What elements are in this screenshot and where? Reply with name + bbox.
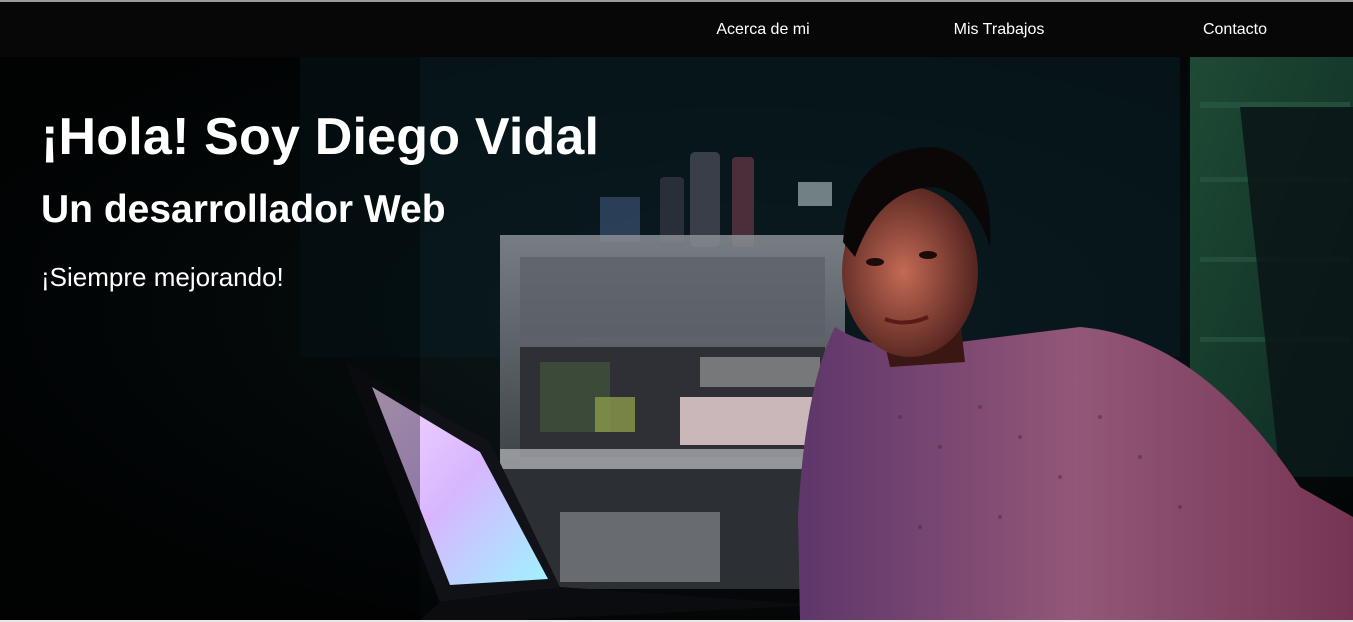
nav-link-acerca[interactable]: Acerca de mi <box>645 21 881 39</box>
navbar: Acerca de mi Mis Trabajos Contacto <box>0 2 1353 57</box>
hero-subtitle: Un desarrollador Web <box>41 188 446 231</box>
page: Acerca de mi Mis Trabajos Contacto ¡Hola… <box>0 0 1353 622</box>
nav-link-trabajos[interactable]: Mis Trabajos <box>881 21 1117 39</box>
hero-section: ¡Hola! Soy Diego Vidal Un desarrollador … <box>0 57 1353 620</box>
hero-tagline: ¡Siempre mejorando! <box>41 262 284 292</box>
nav-link-contacto[interactable]: Contacto <box>1117 21 1353 39</box>
hero-title: ¡Hola! Soy Diego Vidal <box>41 108 600 166</box>
